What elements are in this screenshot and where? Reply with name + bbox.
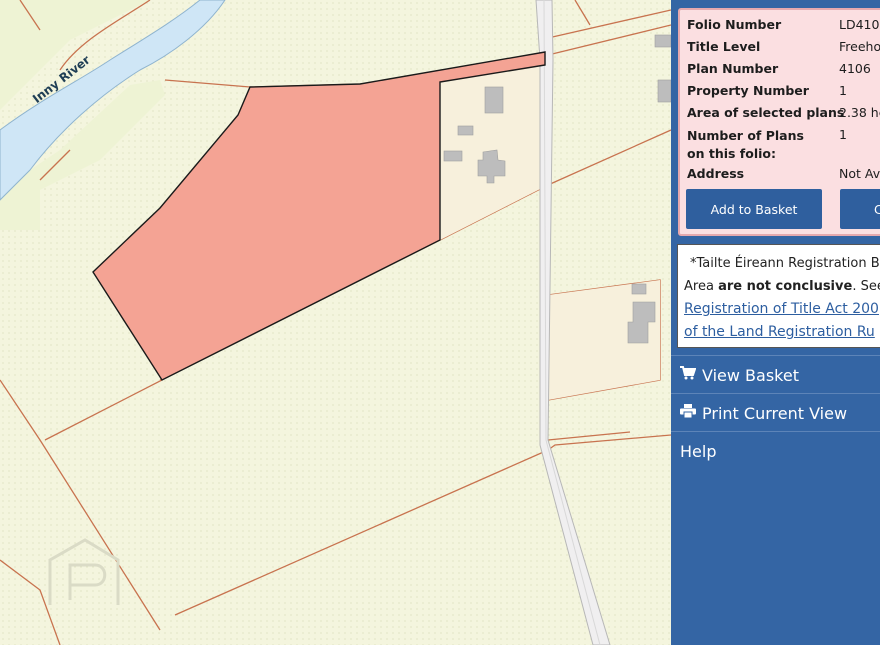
folio-label: Title Level [687, 39, 761, 54]
folio-label: Property Number [687, 83, 809, 98]
folio-label: Plan Number [687, 61, 779, 76]
folio-row: Area of selected plans2.38 hectares [687, 105, 880, 120]
folio-value: Freehold [839, 39, 880, 54]
folio-label: Address [687, 166, 745, 181]
folio-row: Property Number 1 [687, 83, 847, 98]
side-panel: Folio Number LD4106 Title Level Freehold P… [671, 0, 880, 645]
map-view[interactable]: Inny River [0, 0, 671, 645]
notice-line: Registration of Title Act 200 [684, 298, 880, 321]
view-basket-menu-item[interactable]: View Basket [671, 356, 880, 394]
folio-label: Number of Plans on this folio: [687, 128, 804, 161]
folio-row: Folio Number LD4106 [687, 17, 880, 32]
folio-label: Folio Number [687, 17, 782, 32]
folio-row: Plan Number 4106 [687, 61, 871, 76]
folio-value: 2.38 hectares [839, 105, 880, 120]
folio-info-box: Folio Number LD4106 Title Level Freehold P… [678, 8, 880, 236]
print-view-label: Print Current View [702, 403, 848, 423]
view-basket-label: View Basket [702, 365, 799, 385]
print-view-menu-item[interactable]: Print Current View [671, 394, 880, 432]
notice-line: *Tailte Éireann Registration Bo [690, 256, 880, 271]
help-label: Help [680, 441, 717, 461]
add-to-basket-button[interactable]: Add to Basket [686, 189, 822, 229]
secondary-button[interactable]: C [840, 189, 880, 229]
registration-notice: *Tailte Éireann Registration Bo Area are… [677, 244, 880, 348]
notice-line: Area are not conclusive. See S [684, 275, 880, 298]
notice-text: Area [684, 279, 719, 294]
notice-emphasis: are not conclusive [718, 279, 853, 294]
cart-icon [680, 366, 702, 384]
folio-value: Not Available [839, 166, 880, 181]
folio-row: Title Level Freehold [687, 39, 880, 54]
notice-text: . See [852, 279, 880, 294]
folio-value: 1 [839, 83, 847, 98]
folio-value: 4106 [839, 61, 871, 76]
folio-value: LD4106 [839, 17, 880, 32]
notice-line: of the Land Registration Ru [684, 321, 880, 344]
help-menu-item[interactable]: Help [671, 432, 880, 470]
folio-row: Address Not Available [687, 166, 880, 181]
map-canvas[interactable] [0, 0, 671, 645]
land-registration-rules-link[interactable]: of the Land Registration Ru [684, 324, 875, 340]
folio-value: 1 [839, 127, 847, 142]
folio-row: Number of Plans on this folio: 1 [687, 127, 847, 163]
printer-icon [680, 404, 702, 422]
registration-act-link[interactable]: Registration of Title Act 200 [684, 301, 879, 317]
folio-label: Area of selected plans [687, 105, 845, 120]
